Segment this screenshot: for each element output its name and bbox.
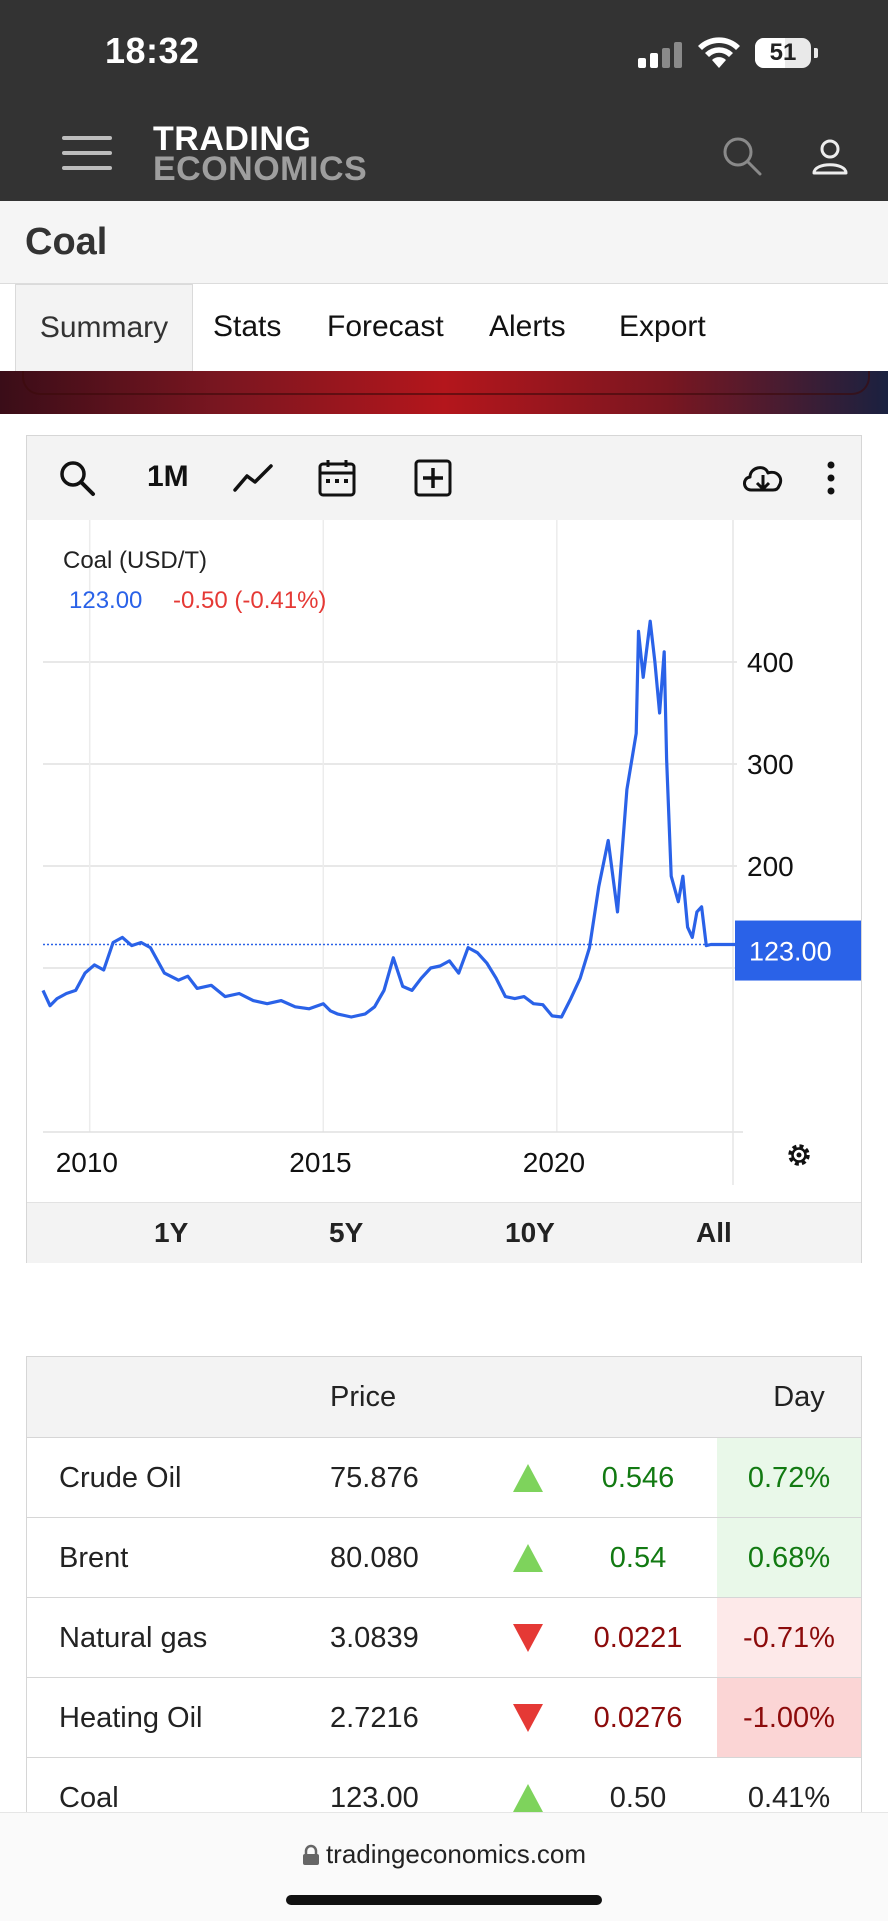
site-header: TRADING ECONOMICS: [0, 102, 888, 201]
row-price: 75.876: [330, 1462, 419, 1494]
table-row[interactable]: Coal 123.00 0.50 0.41%: [27, 1757, 861, 1813]
site-logo[interactable]: TRADING ECONOMICS: [153, 122, 368, 188]
logo-line-2: ECONOMICS: [153, 150, 368, 188]
arrow-down-icon: [513, 1704, 543, 1732]
y-tick-label: 200: [747, 851, 794, 882]
ad-banner[interactable]: [0, 371, 888, 414]
search-icon[interactable]: [722, 136, 762, 176]
zoom-search-icon[interactable]: [57, 458, 97, 498]
wifi-icon: [698, 37, 740, 68]
row-percent: 0.72%: [717, 1438, 861, 1518]
row-percent: -0.71%: [717, 1598, 861, 1678]
lock-icon: [302, 1844, 319, 1865]
y-tick-label: 300: [747, 749, 794, 780]
y-tick-label: 400: [747, 647, 794, 678]
more-options-icon[interactable]: [819, 458, 843, 498]
add-indicator-icon[interactable]: [413, 458, 453, 498]
row-change: 0.0276: [593, 1702, 683, 1734]
menu-icon[interactable]: [62, 134, 112, 172]
x-tick-label: 2010: [56, 1147, 118, 1178]
x-tick-label: 2015: [289, 1147, 351, 1178]
row-change: 0.0221: [593, 1622, 683, 1654]
chart-last-value: 123.00: [69, 587, 142, 614]
tab-bar: Summary Stats Forecast Alerts Export: [15, 284, 888, 371]
page-title-bar: Coal: [0, 201, 888, 284]
row-name: Natural gas: [59, 1622, 208, 1654]
arrow-up-icon: [513, 1544, 543, 1572]
row-price: 123.00: [330, 1782, 419, 1813]
row-name: Heating Oil: [59, 1702, 203, 1734]
arrow-down-icon: [513, 1624, 543, 1652]
interval-selector[interactable]: 1M: [147, 460, 189, 494]
table-row[interactable]: Natural gas 3.0839 0.0221 -0.71%: [27, 1597, 861, 1678]
x-tick-label: 2020: [523, 1147, 585, 1178]
page-title: Coal: [25, 221, 108, 263]
chart-toolbar: 1M: [27, 436, 861, 520]
price-chart[interactable]: 100200300400 201020152020 123.00 Coal (U…: [27, 520, 861, 1202]
chart-legend-title: Coal (USD/T): [63, 547, 207, 574]
range-selector: 1Y 5Y 10Y All: [27, 1202, 861, 1263]
table-row[interactable]: Heating Oil 2.7216 0.0276 -1.00%: [27, 1677, 861, 1758]
row-price: 3.0839: [330, 1622, 419, 1654]
home-indicator: [286, 1895, 602, 1905]
row-price: 80.080: [330, 1542, 419, 1574]
table-row[interactable]: Crude Oil 75.876 0.546 0.72%: [27, 1437, 861, 1518]
header-day: Day: [773, 1381, 825, 1413]
range-5y[interactable]: 5Y: [329, 1217, 363, 1249]
tab-forecast[interactable]: Forecast: [327, 284, 444, 370]
cellular-signal-icon: [638, 42, 688, 68]
row-percent: -1.00%: [717, 1678, 861, 1758]
tab-stats[interactable]: Stats: [213, 284, 281, 370]
x-axis-ticks: 2010 2015 2020: [56, 1147, 585, 1178]
range-all[interactable]: All: [696, 1217, 732, 1249]
user-icon[interactable]: [810, 136, 850, 176]
chart-settings-icon[interactable]: [788, 1144, 810, 1166]
table-header: Price Day: [27, 1357, 861, 1437]
arrow-up-icon: [513, 1784, 543, 1812]
row-change: 0.546: [601, 1462, 675, 1494]
battery-icon: 51: [755, 38, 818, 68]
row-name: Coal: [59, 1782, 119, 1813]
range-1y[interactable]: 1Y: [154, 1217, 188, 1249]
row-change: 0.50: [609, 1782, 667, 1813]
row-percent: 0.41%: [747, 1782, 831, 1813]
url-label: tradingeconomics.com: [325, 1839, 587, 1869]
status-time: 18:32: [105, 30, 200, 71]
battery-level: 51: [769, 39, 797, 66]
table-row[interactable]: Brent 80.080 0.54 0.68%: [27, 1517, 861, 1598]
arrow-up-icon: [513, 1464, 543, 1492]
range-10y[interactable]: 10Y: [505, 1217, 555, 1249]
browser-url-bar[interactable]: tradingeconomics.com: [0, 1812, 888, 1921]
download-cloud-icon[interactable]: [739, 458, 787, 498]
chart-grid: [43, 520, 743, 1185]
row-change: 0.54: [609, 1542, 667, 1574]
row-percent: 0.68%: [717, 1518, 861, 1598]
tab-export[interactable]: Export: [619, 284, 706, 370]
status-bar: 18:32 51: [0, 0, 888, 102]
row-name: Crude Oil: [59, 1462, 182, 1494]
calendar-icon[interactable]: [317, 458, 357, 498]
tab-summary[interactable]: Summary: [15, 284, 193, 371]
chart-change: -0.50 (-0.41%): [173, 587, 326, 614]
row-name: Brent: [59, 1542, 129, 1574]
tab-alerts[interactable]: Alerts: [489, 284, 566, 370]
chart-type-line-icon[interactable]: [233, 458, 273, 498]
coal-price-line: [41, 619, 749, 1019]
header-price: Price: [330, 1381, 397, 1413]
row-price: 2.7216: [330, 1702, 419, 1734]
url-text: tradingeconomics.com: [0, 1839, 888, 1870]
current-price-tag: 123.00: [749, 937, 832, 967]
chart-card: 1M 100200300400 201020152020: [26, 435, 862, 1263]
commodities-table: Price Day Crude Oil 75.876 0.546 0.72% Brent…: [26, 1356, 862, 1813]
